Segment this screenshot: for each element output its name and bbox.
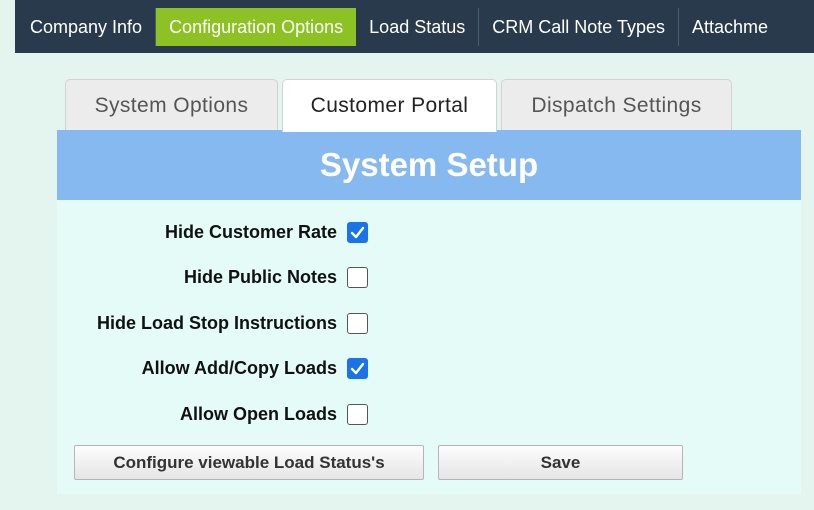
nav-crm-call-note-types[interactable]: CRM Call Note Types [479,7,679,46]
option-row: Allow Add/Copy Loads [57,355,457,381]
option-row: Hide Customer Rate [57,219,457,245]
option-label: Hide Customer Rate [164,222,337,242]
option-label: Hide Load Stop Instructions [96,313,337,333]
panel-title: System Setup [57,130,801,200]
nav-configuration-options[interactable]: Configuration Options [156,7,357,46]
tab-customer-portal[interactable]: Customer Portal [282,79,497,132]
option-row: Allow Open Loads [57,401,457,427]
nav-load-status[interactable]: Load Status [356,7,480,46]
save-button[interactable]: Save [438,445,683,480]
top-navigation: Company Info Configuration Options Load … [15,0,814,53]
option-label: Hide Public Notes [183,267,337,287]
tab-dispatch-settings[interactable]: Dispatch Settings [501,79,732,131]
option-label: Allow Add/Copy Loads [141,358,337,378]
option-row: Hide Load Stop Instructions [57,310,457,336]
allow-add-copy-loads-checkbox[interactable] [347,358,368,379]
hide-load-stop-instructions-checkbox[interactable] [347,313,368,334]
allow-open-loads-checkbox[interactable] [347,404,368,425]
configure-load-status-button[interactable]: Configure viewable Load Status's [74,445,424,480]
hide-public-notes-checkbox[interactable] [347,267,368,288]
nav-company-info[interactable]: Company Info [17,7,157,46]
nav-attachments[interactable]: Attachme [679,8,781,46]
hide-customer-rate-checkbox[interactable] [347,222,368,243]
customer-portal-panel: System Setup Hide Customer Rate Hide Pub… [57,130,801,494]
option-row: Hide Public Notes [57,264,457,290]
tab-system-options[interactable]: System Options [65,79,278,131]
option-label: Allow Open Loads [179,404,337,424]
